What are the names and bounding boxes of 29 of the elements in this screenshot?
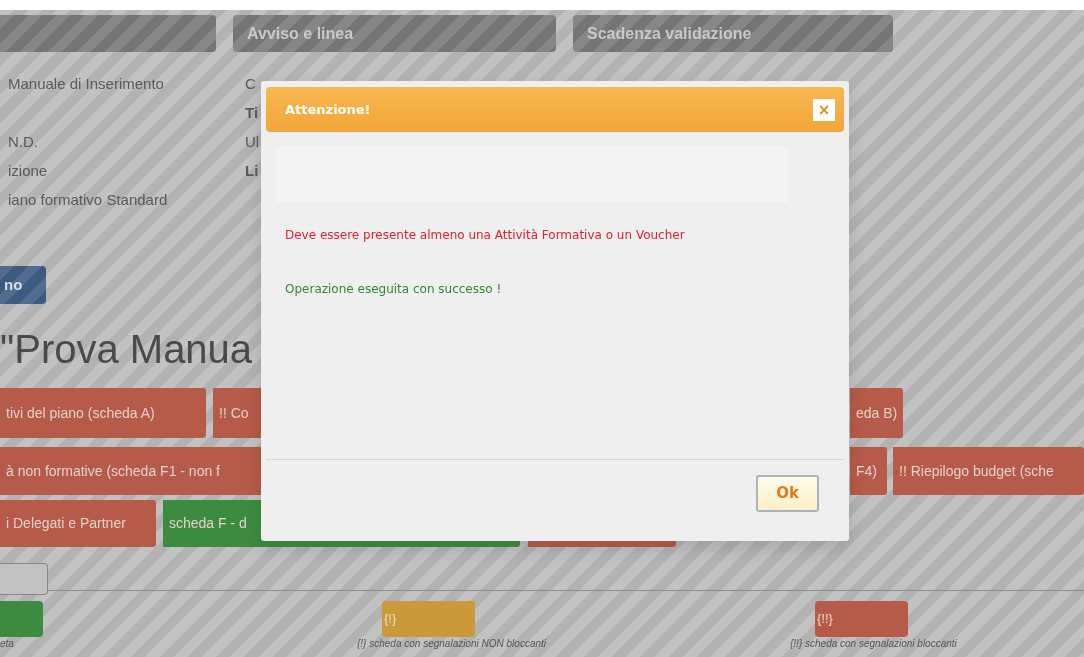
info-label: Li xyxy=(245,161,259,182)
legend-swatch: {!!} xyxy=(815,601,908,637)
header-tab[interactable]: Scadenza validazione xyxy=(573,15,893,52)
action-button[interactable]: no xyxy=(0,266,46,304)
legend-caption: {!!} scheda con segnalazioni bloccanti xyxy=(790,638,958,650)
info-text: N.D. xyxy=(8,133,38,151)
info-label: Ul xyxy=(245,132,260,153)
section-tile[interactable]: !! Riepilogo budget (sche xyxy=(893,447,1084,495)
legend-caption: {!} scheda con segnalazioni NON bloccanti xyxy=(357,638,547,650)
legend-swatch: {!} xyxy=(382,601,475,637)
message-text: Deve essere presente almeno una Attività Formativa o un Voucher xyxy=(285,227,686,244)
info-label: C xyxy=(245,74,256,95)
section-tile[interactable]: eda B) xyxy=(850,388,903,438)
legend-caption: eta xyxy=(0,638,15,650)
header-tab[interactable] xyxy=(0,15,216,52)
info-text: izione xyxy=(8,162,48,180)
section-tile[interactable]: tivi del piano (scheda A) xyxy=(0,388,206,438)
close-button[interactable]: × xyxy=(813,98,835,121)
info-text: iano formativo Standard xyxy=(8,191,168,209)
page-heading: "Prova Manua xyxy=(0,326,254,372)
handle[interactable] xyxy=(0,563,48,595)
dialog-title: Attenzione! xyxy=(285,100,371,119)
section-tile[interactable]: i Delegati e Partner xyxy=(0,500,156,547)
ok-button[interactable]: Ok xyxy=(756,475,819,512)
section-tile[interactable]: F4) xyxy=(850,447,887,495)
info-label: Ti xyxy=(245,103,259,124)
header-tab[interactable]: Avviso e linea xyxy=(233,15,556,52)
info-text: Manuale di Inserimento xyxy=(8,75,164,93)
message-text: Operazione eseguita con successo ! xyxy=(285,281,503,298)
